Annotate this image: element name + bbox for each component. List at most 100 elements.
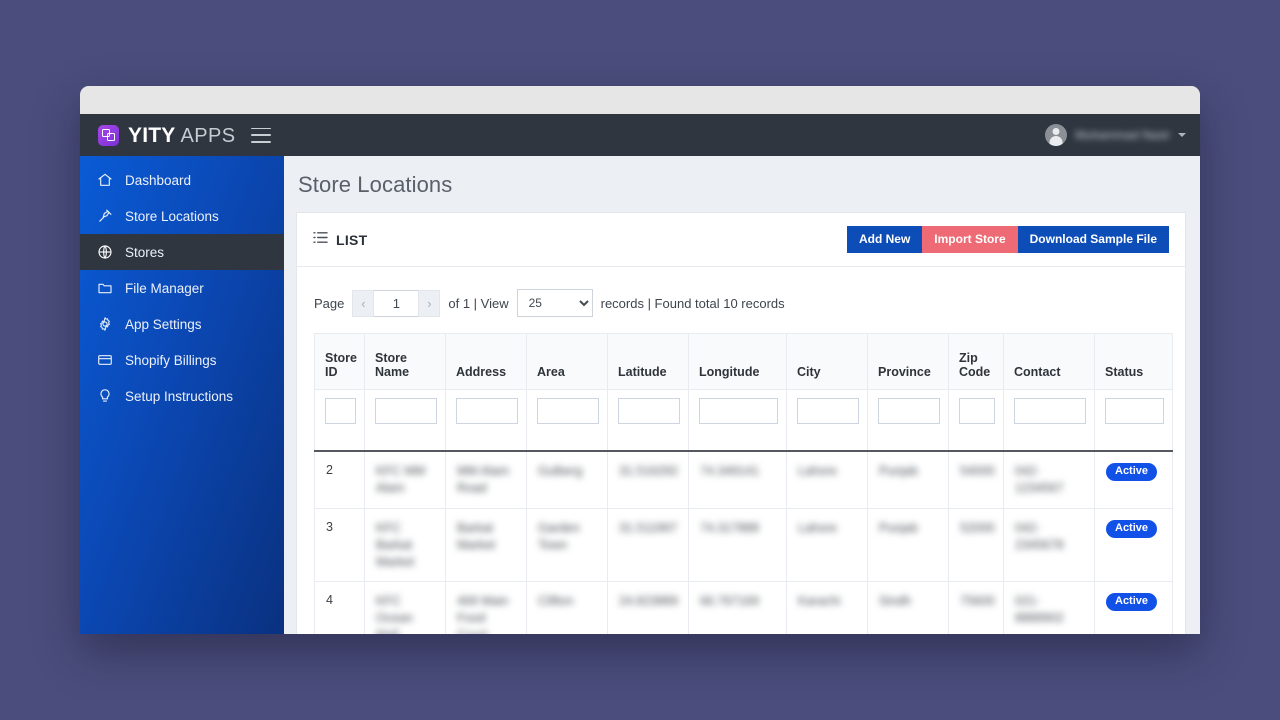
redacted-value: Punjab bbox=[879, 520, 918, 535]
sidebar-item-dashboard[interactable]: Dashboard bbox=[80, 162, 284, 198]
table-row[interactable]: 4 KFC Ocean Mall 469 Main Food Court Cli… bbox=[314, 581, 1173, 634]
filter-input-store-name[interactable] bbox=[375, 398, 437, 424]
chevron-left-icon[interactable]: ‹ bbox=[352, 289, 375, 317]
filter-input-city[interactable] bbox=[797, 398, 859, 424]
redacted-value: 54000 bbox=[960, 464, 995, 478]
folder-icon bbox=[97, 280, 113, 296]
cell-longitude: 66.767169 bbox=[688, 581, 787, 634]
column-header-store-id[interactable]: Store ID bbox=[314, 333, 365, 390]
cell-longitude: 74.317888 bbox=[688, 507, 787, 583]
column-header-status[interactable]: Status bbox=[1094, 333, 1173, 390]
filter-input-zip-code[interactable] bbox=[959, 398, 995, 424]
sidebar-item-file-manager[interactable]: File Manager bbox=[80, 270, 284, 306]
column-header-zip-code[interactable]: Zip Code bbox=[948, 333, 1004, 390]
filter-cell-address bbox=[445, 389, 527, 452]
cell-province: Punjab bbox=[867, 507, 949, 583]
cell-address: 469 Main Food Court bbox=[445, 581, 527, 634]
cell-address: Barkat Market bbox=[445, 507, 527, 583]
sidebar-nav: Dashboard Store Locations Stores File Ma… bbox=[80, 156, 284, 634]
filter-input-longitude[interactable] bbox=[699, 398, 778, 424]
list-icon bbox=[313, 231, 328, 249]
table-filter-row bbox=[314, 389, 1173, 452]
user-menu[interactable]: Muhammad Nasir bbox=[1045, 124, 1186, 146]
cell-address: MM Alam Road bbox=[445, 450, 527, 509]
brand-logo[interactable]: YITY APPS bbox=[98, 124, 235, 146]
redacted-value: 021-8888902 bbox=[1015, 594, 1064, 626]
sidebar-item-shopify-billings[interactable]: Shopify Billings bbox=[80, 342, 284, 378]
redacted-value: KFC Ocean Mall bbox=[376, 594, 413, 634]
redacted-value: KFC Barkat Market bbox=[376, 520, 415, 569]
add-new-button[interactable]: Add New bbox=[846, 226, 923, 253]
cell-store-id: 4 bbox=[314, 581, 365, 634]
status-badge[interactable]: Active bbox=[1106, 463, 1158, 481]
status-badge[interactable]: Active bbox=[1106, 593, 1158, 612]
cell-latitude: 31.516292 bbox=[607, 450, 689, 509]
page-label: Page bbox=[314, 295, 345, 311]
status-badge[interactable]: Active bbox=[1106, 519, 1158, 538]
filter-input-area[interactable] bbox=[537, 398, 599, 424]
stores-table: Store ID Store Name Address Area Latitud… bbox=[314, 333, 1173, 634]
filter-cell-city bbox=[786, 389, 868, 452]
cell-longitude: 74.349141 bbox=[688, 450, 787, 509]
redacted-value: 74.349141 bbox=[700, 464, 760, 478]
page-number-input[interactable] bbox=[374, 289, 419, 317]
sidebar-item-label: App Settings bbox=[125, 316, 202, 332]
cell-zip-code: 54000 bbox=[948, 450, 1004, 509]
table-row[interactable]: 2 KFC MM Alam MM Alam Road Gulberg 31.51… bbox=[314, 450, 1173, 509]
chevron-down-icon[interactable] bbox=[1178, 133, 1186, 137]
gear-icon bbox=[97, 316, 113, 332]
filter-input-province[interactable] bbox=[878, 398, 940, 424]
redacted-value: Karachi bbox=[798, 594, 841, 609]
cell-store-id: 3 bbox=[314, 507, 365, 583]
column-header-latitude[interactable]: Latitude bbox=[607, 333, 689, 390]
cell-status: Active bbox=[1094, 450, 1173, 509]
cell-contact: 042-1234567 bbox=[1003, 450, 1095, 509]
cell-area: Clifton bbox=[526, 581, 608, 634]
sidebar-item-app-settings[interactable]: App Settings bbox=[80, 306, 284, 342]
filter-input-address[interactable] bbox=[456, 398, 518, 424]
column-header-area[interactable]: Area bbox=[526, 333, 608, 390]
bulb-icon bbox=[97, 388, 113, 404]
redacted-value: 66.767169 bbox=[700, 594, 760, 609]
column-header-province[interactable]: Province bbox=[867, 333, 949, 390]
cell-contact: 021-8888902 bbox=[1003, 581, 1095, 634]
table-row[interactable]: 3 KFC Barkat Market Barkat Market Garden… bbox=[314, 507, 1173, 583]
filter-input-contact[interactable] bbox=[1014, 398, 1086, 424]
cell-store-name: KFC Ocean Mall bbox=[364, 581, 446, 634]
filter-input-store-id[interactable] bbox=[325, 398, 356, 424]
sidebar-item-setup-instructions[interactable]: Setup Instructions bbox=[80, 378, 284, 414]
redacted-value: Barkat Market bbox=[457, 520, 496, 552]
column-header-longitude[interactable]: Longitude bbox=[688, 333, 787, 390]
cell-city: Karachi bbox=[786, 581, 868, 634]
download-sample-file-button[interactable]: Download Sample File bbox=[1017, 226, 1169, 253]
yity-logo-icon bbox=[98, 124, 119, 146]
redacted-value: Clifton bbox=[538, 594, 574, 609]
hamburger-icon[interactable] bbox=[251, 127, 272, 143]
column-header-address[interactable]: Address bbox=[445, 333, 527, 390]
table-filter-row-body bbox=[314, 389, 1173, 452]
sidebar-item-store-locations[interactable]: Store Locations bbox=[80, 198, 284, 234]
records-per-page-select[interactable]: 25 bbox=[516, 289, 593, 317]
redacted-value: Lahore bbox=[798, 464, 837, 478]
column-header-city[interactable]: City bbox=[786, 333, 868, 390]
filter-cell-province bbox=[867, 389, 949, 452]
redacted-value: 24.823889 bbox=[619, 594, 679, 609]
column-header-contact[interactable]: Contact bbox=[1003, 333, 1095, 390]
redacted-value: Sindh bbox=[879, 594, 911, 609]
redacted-value: 042-1234567 bbox=[1015, 464, 1064, 495]
table-body: 2 KFC MM Alam MM Alam Road Gulberg 31.51… bbox=[314, 450, 1173, 634]
import-store-button[interactable]: Import Store bbox=[922, 226, 1018, 253]
redacted-value: Lahore bbox=[798, 520, 837, 535]
panel-action-buttons: Add New Import Store Download Sample Fil… bbox=[846, 226, 1169, 253]
column-header-store-name[interactable]: Store Name bbox=[364, 333, 446, 390]
sidebar-item-stores[interactable]: Stores bbox=[80, 234, 284, 270]
globe-icon bbox=[97, 244, 113, 260]
user-avatar-icon bbox=[1045, 124, 1068, 146]
redacted-value: 042-2345678 bbox=[1015, 520, 1064, 552]
cell-zip-code: 75600 bbox=[948, 581, 1004, 634]
sidebar-item-label: Setup Instructions bbox=[125, 388, 234, 404]
filter-input-status[interactable] bbox=[1105, 398, 1164, 424]
chevron-right-icon[interactable]: › bbox=[418, 289, 441, 317]
redacted-value: 74.317888 bbox=[700, 520, 760, 535]
filter-input-latitude[interactable] bbox=[618, 398, 680, 424]
